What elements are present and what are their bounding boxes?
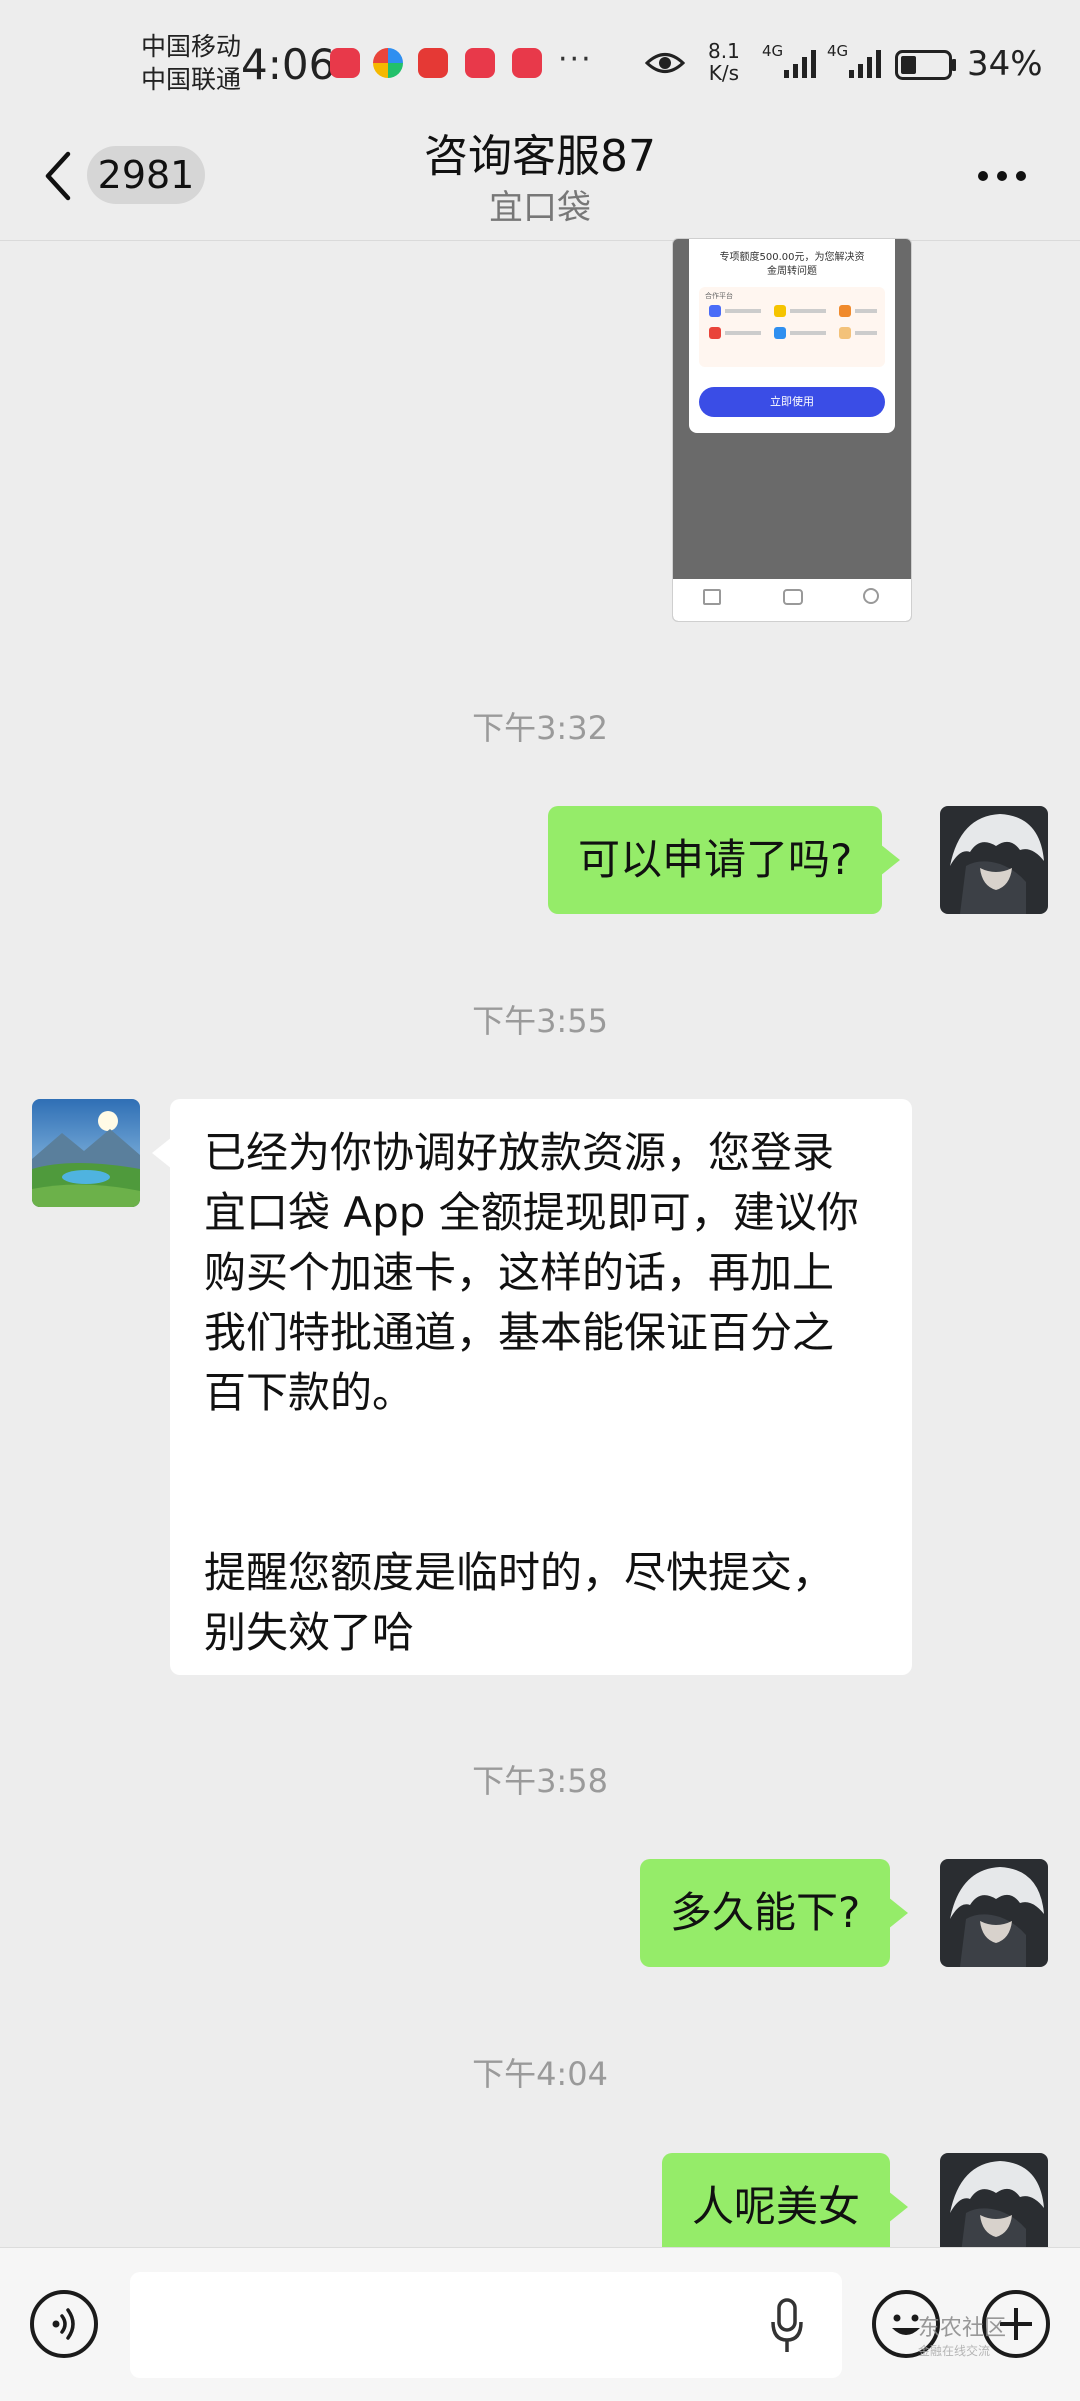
partner-logo bbox=[839, 327, 851, 339]
placeholder-line bbox=[790, 331, 826, 335]
incoming-message[interactable]: 已经为你协调好放款资源，您登录 宜口袋 App 全额提现即可，建议你 购买个加速… bbox=[152, 1099, 912, 1675]
time-divider: 下午3:32 bbox=[472, 709, 608, 747]
message-line: 宜口袋 App 全额提现即可，建议你 bbox=[204, 1188, 859, 1237]
outgoing-message[interactable]: 多久能下? bbox=[640, 1859, 909, 1967]
time-divider: 下午3:55 bbox=[472, 1002, 608, 1040]
partner-logo bbox=[709, 305, 721, 317]
chat-title: 咨询客服87 bbox=[424, 131, 656, 182]
message-line: 提醒您额度是临时的，尽快提交， bbox=[204, 1548, 835, 1597]
net-speed-unit: K/s bbox=[708, 61, 740, 85]
notification-app-icon bbox=[330, 48, 360, 78]
carrier-info: 中国移动 中国联通 bbox=[141, 30, 241, 96]
my-avatar[interactable] bbox=[940, 1859, 1048, 1967]
message-line bbox=[204, 1483, 878, 1543]
notification-app-icon bbox=[512, 48, 542, 78]
avatar-image bbox=[940, 806, 1048, 914]
notification-app-icon bbox=[465, 48, 495, 78]
watermark-text: 东农社区 bbox=[918, 2316, 1007, 2341]
avatar-image bbox=[32, 1099, 140, 1207]
message-line: 已经为你协调好放款资源，您登录 bbox=[204, 1128, 835, 1177]
contact-avatar[interactable] bbox=[32, 1099, 140, 1207]
my-avatar[interactable] bbox=[940, 2153, 1048, 2261]
time-divider: 下午4:04 bbox=[472, 2055, 608, 2093]
partner-logo bbox=[839, 305, 851, 317]
sim2-type: 4G bbox=[827, 42, 848, 60]
message-line: 购买个加速卡，这样的话，再加上 bbox=[204, 1248, 835, 1297]
outgoing-message[interactable]: 人呢美女 bbox=[662, 2153, 909, 2261]
outgoing-message[interactable]: 可以申请了吗? bbox=[548, 806, 901, 914]
image-card-partners: 合作平台 bbox=[699, 287, 885, 367]
message-line: 百下款的。 bbox=[204, 1368, 415, 1417]
carrier-2: 中国联通 bbox=[141, 65, 242, 94]
placeholder-line bbox=[790, 309, 826, 313]
image-card: 专项额度500.00元，为您解决资 金周转问题 合作平台 立即使用 bbox=[689, 239, 895, 433]
placeholder-line bbox=[725, 309, 761, 313]
image-card-text: 专项额度500.00元，为您解决资 金周转问题 bbox=[689, 251, 895, 279]
watermark-subtext: 金融在线交流 bbox=[918, 2344, 991, 2358]
image-card-line-1: 专项额度500.00元，为您解决资 bbox=[719, 252, 865, 263]
notification-app-icon bbox=[373, 48, 403, 78]
image-bottom-nav bbox=[673, 579, 911, 621]
net-speed-value: 8.1 bbox=[708, 39, 740, 63]
image-card-button: 立即使用 bbox=[699, 387, 885, 417]
watermark: 东农社区 金融在线交流 bbox=[918, 2310, 1006, 2359]
message-icon bbox=[783, 589, 803, 605]
voice-icon[interactable] bbox=[30, 2290, 98, 2358]
image-card-section: 合作平台 bbox=[705, 292, 733, 300]
input-bar: 东农社区 金融在线交流 bbox=[0, 2247, 1080, 2401]
message-line: 别失效了哈 bbox=[204, 1608, 415, 1657]
time-divider: 下午3:58 bbox=[472, 1762, 608, 1800]
microphone-icon[interactable] bbox=[770, 2298, 804, 2354]
huawei-app-icon bbox=[418, 48, 448, 78]
voice-waves bbox=[52, 2308, 75, 2340]
status-time: 4:06 bbox=[241, 40, 336, 89]
battery-percent: 34% bbox=[967, 44, 1043, 84]
battery-icon bbox=[895, 50, 956, 80]
profile-icon bbox=[863, 588, 879, 604]
placeholder-line bbox=[855, 309, 877, 313]
home-icon bbox=[703, 589, 721, 605]
message-line bbox=[204, 1423, 878, 1483]
network-speed: 8.1 K/s bbox=[708, 40, 740, 84]
partner-logo bbox=[774, 327, 786, 339]
image-card-line-2: 金周转问题 bbox=[767, 266, 817, 277]
eye-icon bbox=[645, 53, 685, 73]
placeholder-line bbox=[855, 331, 877, 335]
my-avatar[interactable] bbox=[940, 806, 1048, 914]
placeholder-line bbox=[725, 331, 761, 335]
more-notifications: ··· bbox=[558, 42, 593, 77]
message-input[interactable] bbox=[130, 2272, 842, 2378]
sim1-type: 4G bbox=[762, 42, 783, 60]
message-line: 我们特批通道，基本能保证百分之 bbox=[204, 1308, 835, 1357]
avatar-image bbox=[940, 2153, 1048, 2261]
chat-subtitle: 宜口袋 bbox=[489, 188, 591, 228]
partner-logo bbox=[774, 305, 786, 317]
more-dots-icon[interactable] bbox=[975, 168, 1029, 184]
signal-sim1-icon: 4G bbox=[762, 42, 816, 78]
signal-sim2-icon: 4G bbox=[827, 42, 881, 78]
chat-header: 2981 咨询客服87 宜口袋 bbox=[0, 110, 1080, 241]
avatar-image bbox=[940, 1859, 1048, 1967]
partner-logo bbox=[709, 327, 721, 339]
shared-screenshot-image[interactable]: 专项额度500.00元，为您解决资 金周转问题 合作平台 立即使用 bbox=[672, 238, 912, 622]
carrier-1: 中国移动 bbox=[141, 32, 242, 61]
